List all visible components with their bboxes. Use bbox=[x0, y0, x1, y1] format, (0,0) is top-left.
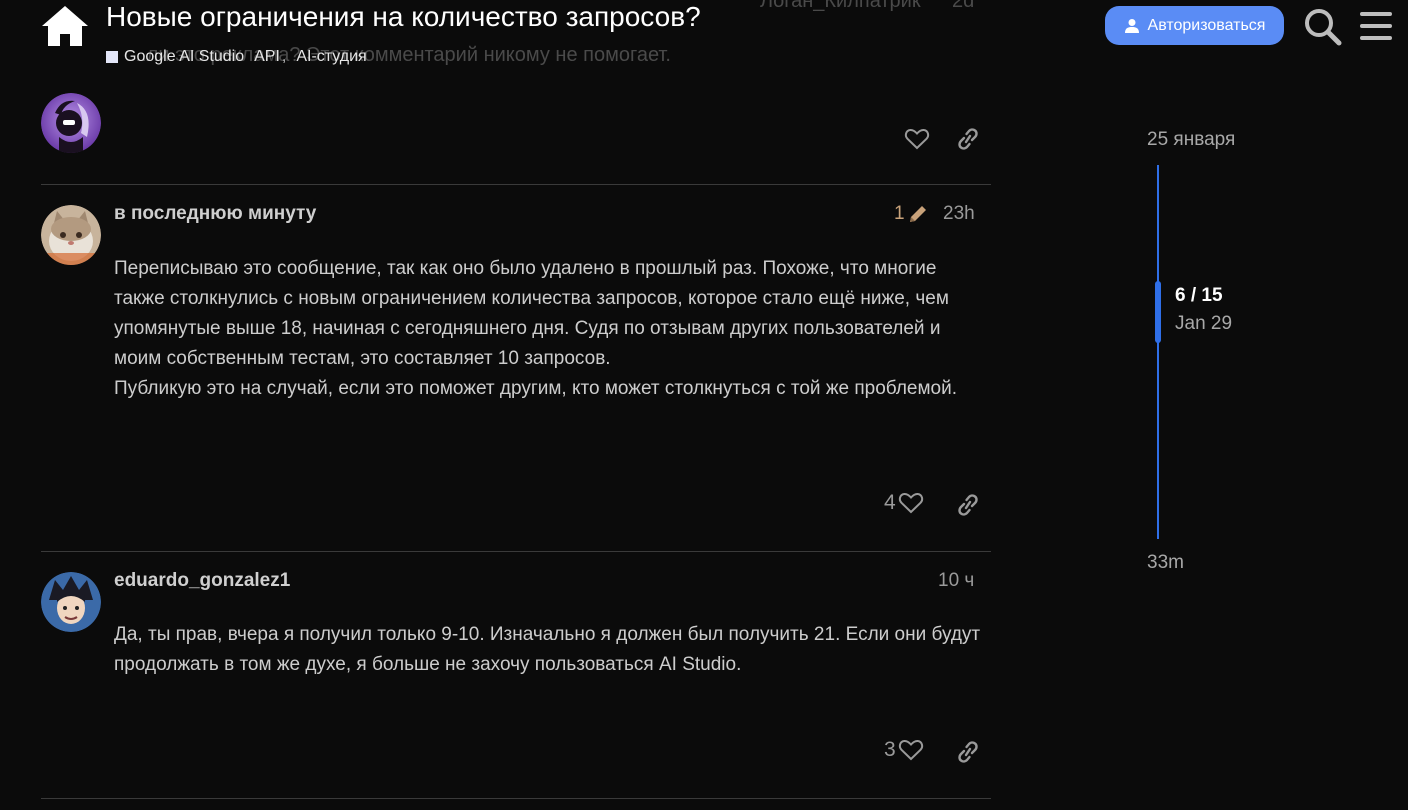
edit-count: 1 bbox=[894, 203, 905, 224]
like-count: 3 bbox=[884, 738, 896, 761]
timeline-start-date[interactable]: 25 января bbox=[1147, 129, 1235, 151]
like-button[interactable]: 3 bbox=[884, 738, 924, 762]
link-icon bbox=[958, 741, 978, 763]
post-divider bbox=[41, 551, 991, 552]
avatar[interactable] bbox=[41, 205, 101, 265]
pencil-icon bbox=[909, 206, 926, 222]
link-icon bbox=[958, 128, 978, 150]
category-color-square bbox=[106, 51, 118, 63]
post-divider bbox=[41, 798, 991, 799]
copy-link-button[interactable] bbox=[955, 493, 981, 517]
post-body: Да, ты прав, вчера я получил только 9-10… bbox=[114, 620, 984, 680]
heart-icon bbox=[904, 128, 930, 150]
user-icon bbox=[1124, 18, 1139, 33]
copy-link-button[interactable] bbox=[955, 740, 981, 764]
post-author-name[interactable]: eduardo_gonzalez1 bbox=[114, 570, 290, 592]
timeline-current-date: Jan 29 bbox=[1175, 313, 1233, 334]
post-date[interactable]: 23h bbox=[943, 203, 975, 225]
tag-separator: , bbox=[281, 48, 287, 65]
post-body: Переписываю это сообщение, так как оно б… bbox=[114, 254, 984, 404]
home-icon[interactable] bbox=[40, 4, 90, 48]
post-paragraph: Да, ты прав, вчера я получил только 9-10… bbox=[114, 624, 981, 675]
heart-icon bbox=[898, 739, 923, 761]
category-link[interactable]: Google AI Studio bbox=[124, 48, 244, 66]
like-count: 4 bbox=[884, 491, 896, 514]
timeline-handle[interactable] bbox=[1155, 281, 1161, 343]
heart-icon bbox=[898, 492, 923, 514]
like-button[interactable] bbox=[904, 127, 930, 151]
hamburger-menu-icon[interactable] bbox=[1358, 8, 1394, 44]
site-header: Новые ограничения на количество запросов… bbox=[0, 0, 1408, 72]
copy-link-button[interactable] bbox=[955, 127, 981, 151]
timeline-scrollbar[interactable] bbox=[1157, 165, 1159, 539]
post-paragraph: Переписываю это сообщение, так как оно б… bbox=[114, 258, 949, 369]
timeline-end-date[interactable]: 33m bbox=[1147, 552, 1184, 574]
post-date[interactable]: 10 ч bbox=[938, 570, 974, 592]
avatar[interactable] bbox=[41, 93, 101, 153]
edit-history-button[interactable]: 1 bbox=[894, 203, 929, 225]
like-button[interactable]: 4 bbox=[884, 491, 924, 515]
tag-link[interactable]: AI-студия bbox=[296, 48, 366, 66]
topic-title[interactable]: Новые ограничения на количество запросов… bbox=[106, 0, 701, 34]
timeline-position: 6 / 15 bbox=[1175, 285, 1223, 306]
login-label: Авторизоваться bbox=[1147, 16, 1266, 34]
post-paragraph: Публикую это на случай, если это поможет… bbox=[114, 378, 957, 399]
topic-breadcrumb: Google AI Studio API , AI-студия bbox=[106, 48, 367, 66]
login-button[interactable]: Авторизоваться bbox=[1105, 6, 1284, 45]
search-icon[interactable] bbox=[1302, 6, 1342, 46]
link-icon bbox=[958, 494, 978, 516]
post-author-name[interactable]: в последнюю минуту bbox=[114, 203, 316, 225]
post-divider bbox=[41, 184, 991, 185]
tag-link[interactable]: API bbox=[254, 48, 280, 66]
avatar[interactable] bbox=[41, 572, 101, 632]
